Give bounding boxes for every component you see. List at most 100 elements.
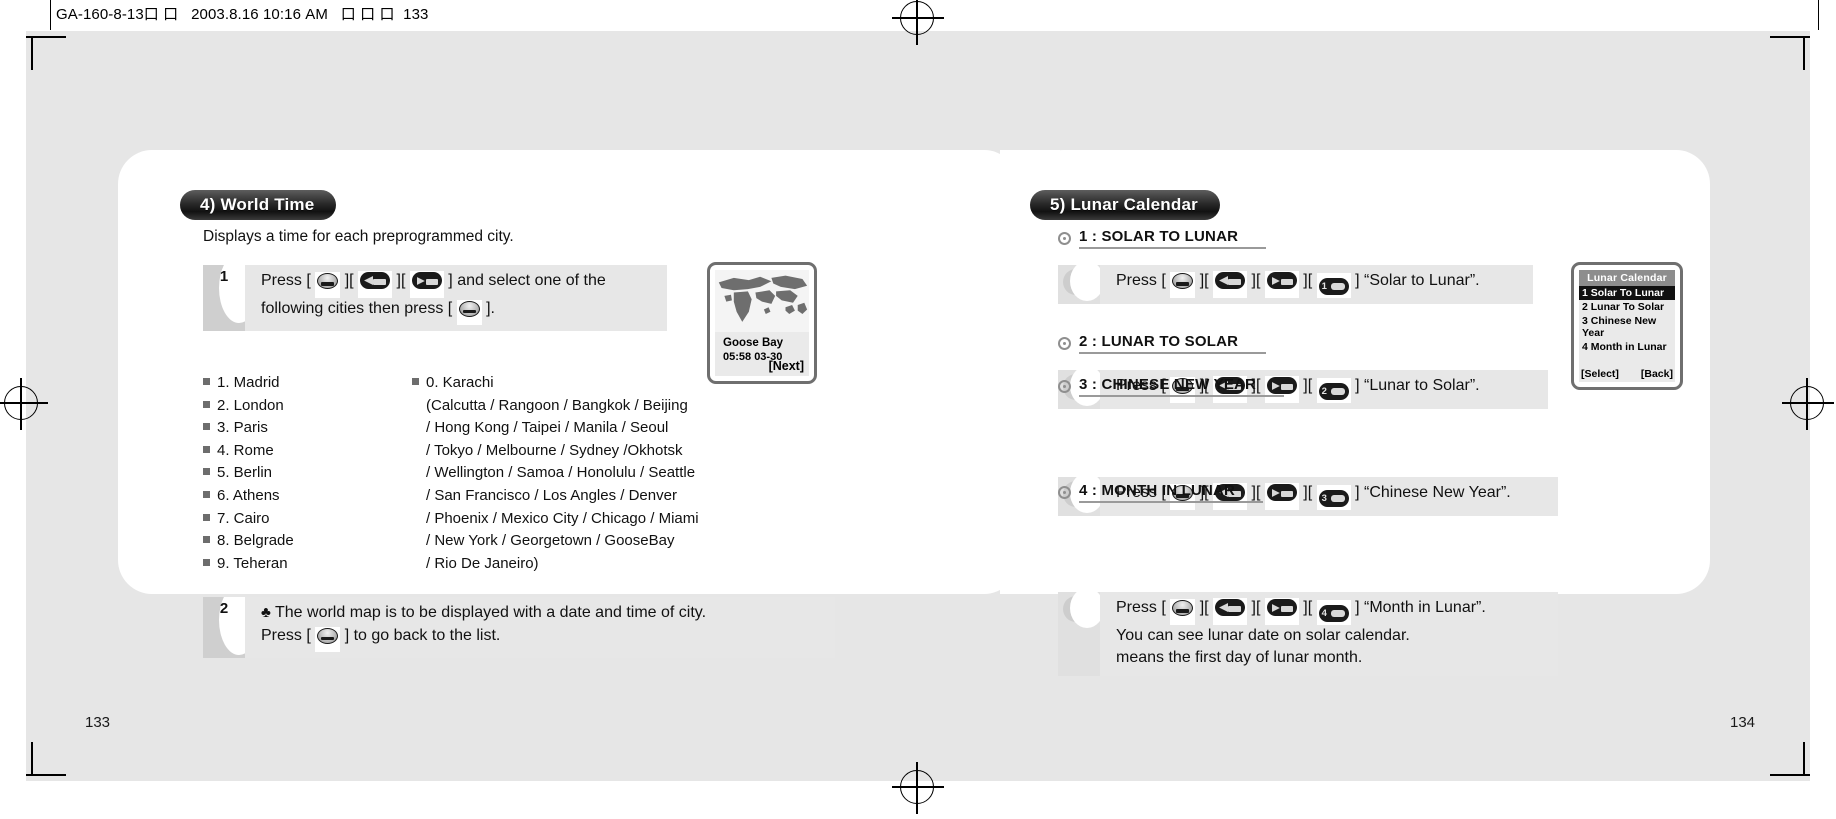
crop-mark-br-v <box>1803 742 1805 776</box>
section-header-lunar-calendar-label: 5) Lunar Calendar <box>1050 195 1198 214</box>
crop-mark-bl-v <box>31 742 33 776</box>
world-time-description: Displays a time for each preprogrammed c… <box>203 228 514 245</box>
lunar-step-1-text: Press [ ][ ][ ][ 1 ] “Solar to Lunar”. <box>1100 265 1490 304</box>
lcd-city-name: Goose Bay <box>723 337 784 349</box>
city-label: 8. Belgrade <box>217 532 294 550</box>
city-sublist-line: / Rio De Janeiro) <box>426 554 539 572</box>
press-suffix: ] “Chinese New Year”. <box>1355 484 1511 501</box>
key-sep: ][ <box>1303 484 1313 501</box>
nav-left-key-icon <box>1264 483 1299 510</box>
list-item[interactable]: 2. London <box>203 395 353 418</box>
press-suffix: ] “Lunar to Solar”. <box>1355 377 1480 394</box>
section-header-lunar-calendar: 5) Lunar Calendar <box>1030 190 1220 220</box>
crop-mark-tl-v <box>31 36 33 70</box>
header-left-rule <box>50 0 51 30</box>
nav-left-key-icon <box>1264 271 1299 298</box>
list-item[interactable]: 6. Athens <box>203 485 353 508</box>
step1-line1-b: ][ <box>344 272 354 289</box>
ok-key-icon <box>1170 599 1196 625</box>
step1-line1-a: Press [ <box>261 272 311 289</box>
subsection-header-lunar-to-solar: 2 : LUNAR TO SOLAR <box>1058 333 1267 354</box>
subsection-label: 3 : CHINESE NEW YEAR <box>1079 376 1285 397</box>
city-sublist-line: / Phoenix / Mexico City / Chicago / Miam… <box>426 509 699 527</box>
step1-line1-d: ] and select one of the <box>448 272 606 289</box>
step2-line2-a: Press [ <box>261 626 311 644</box>
registration-mark-top <box>892 0 944 45</box>
lcd-menu-item[interactable]: 3 Chinese New Year <box>1579 314 1675 340</box>
key-sep: ][ <box>1199 272 1209 289</box>
nav-up-key-icon <box>1213 598 1248 625</box>
ok-key-icon-2 <box>456 299 482 326</box>
bullet-square-icon <box>203 378 210 385</box>
lcd-softkey-bar: [Select] [Back] <box>1581 368 1673 380</box>
key-sep: ][ <box>1303 272 1313 289</box>
lunar-step-4-text: Press [ ][ ][ ][ 4 ] “Month in Lunar”. Y… <box>1100 592 1496 676</box>
city-label: 0. Karachi <box>426 374 494 391</box>
list-item[interactable]: 4. Rome <box>203 440 353 463</box>
city-label: 9. Teheran <box>217 554 288 572</box>
lcd-screen: Goose Bay 05:58 03-30 [Next] <box>715 270 809 376</box>
list-item[interactable]: 9. Teheran <box>203 553 353 576</box>
num-3-key-icon: 3 <box>1316 485 1351 510</box>
city-label: 2. London <box>217 396 284 414</box>
step-number-label: 2 <box>219 600 229 617</box>
key-sep: ][ <box>1303 599 1313 616</box>
bullet-square-icon <box>203 468 210 476</box>
press-suffix: ] “Month in Lunar”. <box>1355 599 1486 616</box>
list-item[interactable]: 8. Belgrade <box>203 530 353 553</box>
list-item[interactable]: 7. Cairo <box>203 508 353 531</box>
lunar-calendar-lcd-mockup: Lunar Calendar 1 Solar To Lunar 2 Lunar … <box>1571 262 1683 390</box>
list-item[interactable]: 1. Madrid <box>203 372 353 395</box>
lcd-softkey-next[interactable]: [Next] <box>769 359 804 373</box>
subsection-label: 2 : LUNAR TO SOLAR <box>1079 333 1267 354</box>
crop-mark-tr-v <box>1803 36 1805 70</box>
list-item[interactable]: 3. Paris <box>203 417 353 440</box>
num-4-key-icon: 4 <box>1316 600 1351 625</box>
city-sublist-line: / Wellington / Samoa / Honolulu / Seattl… <box>426 464 696 482</box>
ok-key-icon <box>1170 272 1196 298</box>
registration-mark-right <box>1782 378 1834 430</box>
key-sep: ][ <box>1303 377 1313 394</box>
step-circle-badge <box>1058 265 1100 304</box>
lcd-softkey-back[interactable]: [Back] <box>1641 368 1673 380</box>
nav-up-key-icon <box>1213 271 1248 298</box>
header-right-rule <box>1818 0 1819 30</box>
city-list-left-column: 1. Madrid 2. London 3. Paris 4. Rome 5. … <box>203 372 353 575</box>
bullet-square-icon <box>203 558 210 566</box>
world-time-step-2: 2 ♣ The world map is to be displayed wit… <box>203 597 835 659</box>
lcd-menu-item[interactable]: 2 Lunar To Solar <box>1579 300 1675 314</box>
bullet-ring-icon <box>1058 486 1071 499</box>
step1-line2-a: following cities then press [ <box>261 299 453 317</box>
subsection-label: 4 : MONTH IN LUNAR <box>1079 482 1264 503</box>
lcd-softkey-select[interactable]: [Select] <box>1581 368 1619 380</box>
list-item[interactable]: 0. Karachi <box>412 372 762 395</box>
step1-line1-c: ][ <box>396 272 406 289</box>
city-label: 5. Berlin <box>217 464 273 482</box>
world-map-graphic <box>715 270 809 332</box>
list-item[interactable]: 5. Berlin <box>203 462 353 485</box>
lcd-menu-title: Lunar Calendar <box>1579 270 1675 286</box>
step-number-label: 1 <box>219 268 229 285</box>
num-2-key-icon: 2 <box>1316 378 1351 403</box>
step-circle-badge <box>1058 592 1100 677</box>
subsection-header-month-in-lunar: 4 : MONTH IN LUNAR <box>1058 482 1264 503</box>
bullet-square-icon <box>203 445 210 453</box>
city-sublist-line: (Calcutta / Rangoon / Bangkok / Beijing <box>426 396 688 414</box>
city-label: 3. Paris <box>217 419 268 437</box>
lcd-menu-item-selected[interactable]: 1 Solar To Lunar <box>1579 286 1675 300</box>
bullet-square-icon <box>203 400 210 408</box>
world-time-lcd-mockup: Goose Bay 05:58 03-30 [Next] <box>707 262 817 384</box>
bullet-ring-icon <box>1058 337 1071 350</box>
page-number-left: 133 <box>85 714 111 731</box>
lunar-step-4-extra-2: means the first day of lunar month. <box>1116 649 1363 667</box>
page-number-right: 134 <box>1730 714 1756 731</box>
key-sep: ][ <box>1251 272 1261 289</box>
city-label: 7. Cairo <box>217 509 270 527</box>
step-number-badge: 2 <box>203 597 245 659</box>
city-label: 1. Madrid <box>217 374 280 391</box>
bullet-square-icon <box>203 513 210 521</box>
lcd-menu-item[interactable]: 4 Month in Lunar <box>1579 340 1675 354</box>
lunar-step-4-extra-1: You can see lunar date on solar calendar… <box>1116 626 1410 644</box>
bullet-ring-icon <box>1058 232 1071 245</box>
key-sep: ][ <box>1251 599 1261 616</box>
